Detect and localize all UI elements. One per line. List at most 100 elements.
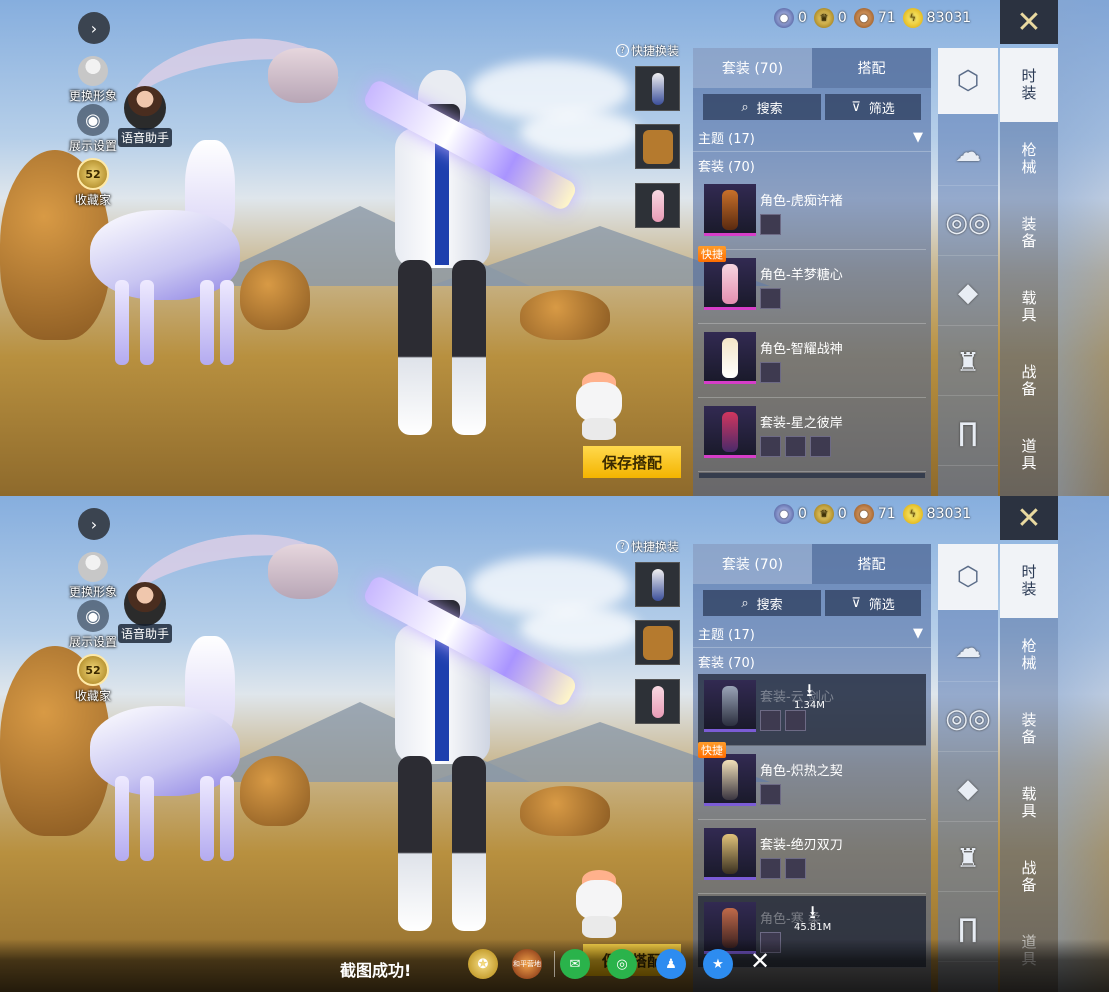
quick-slot[interactable] bbox=[635, 562, 680, 607]
filter-label: 筛选 bbox=[868, 101, 895, 117]
close-icon: ✕ bbox=[1016, 500, 1042, 536]
list-scrollbar[interactable] bbox=[699, 473, 925, 478]
category-battle-prep[interactable]: 战备 bbox=[1000, 344, 1058, 418]
theme-dropdown[interactable]: 主题 (17) ▼ bbox=[693, 620, 931, 648]
mask-tab[interactable]: ◆ bbox=[938, 756, 998, 822]
autumn-tree bbox=[520, 290, 610, 340]
list-item[interactable]: 角色-虎痴许褚 bbox=[698, 178, 926, 250]
search-label: 搜索 bbox=[756, 597, 783, 613]
category-guns[interactable]: 枪械 bbox=[1000, 618, 1058, 692]
theme-dropdown[interactable]: 主题 (17) ▼ bbox=[693, 124, 931, 152]
screenshot-share-bar: 截图成功! ✪ 和平营地 ✉ ◎ ♟ ★ ✕ bbox=[0, 939, 1109, 992]
quick-slot-locked[interactable] bbox=[635, 124, 680, 169]
category-equipment[interactable]: 装备 bbox=[1000, 692, 1058, 766]
category-label: 时装 bbox=[1019, 68, 1038, 102]
piece-thumb bbox=[760, 710, 781, 731]
save-outfit-button[interactable]: 保存搭配 bbox=[583, 446, 681, 478]
qq-icon[interactable]: ♟ bbox=[656, 949, 686, 979]
quick-slot[interactable] bbox=[635, 679, 680, 724]
filter-button[interactable]: ⊽ 筛选 bbox=[825, 94, 921, 120]
tab-outfits[interactable]: 套装 (70) bbox=[693, 48, 812, 88]
share-close-icon[interactable]: ✕ bbox=[750, 947, 770, 975]
category-vehicles[interactable]: 载具 bbox=[1000, 766, 1058, 840]
top-clothing-tab[interactable]: ♜ bbox=[938, 826, 998, 892]
quick-tag: 快捷 bbox=[698, 246, 726, 262]
filter-button[interactable]: ⊽ 筛选 bbox=[825, 590, 921, 616]
quick-swap-button[interactable]: ? 快捷换装 bbox=[616, 42, 679, 59]
close-button[interactable]: ✕ bbox=[1000, 496, 1058, 540]
outfit-box-tab[interactable]: ⬡ bbox=[938, 544, 998, 610]
camp-app-icon[interactable]: 和平营地 bbox=[512, 949, 542, 979]
voice-assistant-button[interactable]: 语音助手 bbox=[118, 582, 173, 643]
theme-label: 主题 (17) bbox=[698, 132, 755, 147]
filter-icon: ⊽ bbox=[851, 99, 861, 115]
cloud bbox=[520, 606, 640, 651]
list-item[interactable]: 快捷 角色-炽热之契 bbox=[698, 742, 926, 820]
download-button[interactable]: ⭳ 45.81M bbox=[794, 902, 831, 934]
category-fashion[interactable]: 时装 bbox=[1000, 48, 1058, 122]
collector-button[interactable]: 52 收藏家 bbox=[58, 654, 128, 704]
category-fashion[interactable]: 时装 bbox=[1000, 544, 1058, 618]
peace-elite-icon[interactable]: ✪ bbox=[468, 949, 498, 979]
quick-slot-locked[interactable] bbox=[635, 620, 680, 665]
list-item[interactable]: 角色-智耀战神 bbox=[698, 326, 926, 398]
lightning-coin-icon: ϟ bbox=[902, 8, 923, 28]
hat-icon: ☁ bbox=[955, 137, 981, 168]
blue-coin-icon: ● bbox=[774, 504, 794, 524]
tab-outfits[interactable]: 套装 (70) bbox=[693, 544, 812, 584]
outfit-box-tab[interactable]: ⬡ bbox=[938, 48, 998, 114]
download-button[interactable]: ⭳ 1.34M bbox=[794, 682, 825, 712]
assistant-avatar bbox=[124, 582, 166, 626]
glasses-tab[interactable]: ◎◎ bbox=[938, 190, 998, 256]
top-clothing-tab[interactable]: ♜ bbox=[938, 330, 998, 396]
list-item[interactable]: 套装-云 剑心 ⭳ 1.34M bbox=[698, 674, 926, 746]
tab-match[interactable]: 搭配 bbox=[812, 544, 931, 584]
currency-bar: ● 0 ♛ 0 ● 71 ϟ 83031 bbox=[774, 8, 971, 28]
hat-tab[interactable]: ☁ bbox=[938, 616, 998, 682]
expand-arrow-button[interactable]: › bbox=[78, 508, 110, 540]
category-label: 装备 bbox=[1019, 216, 1038, 250]
search-button[interactable]: ⌕ 搜索 bbox=[703, 94, 821, 120]
quick-slot[interactable] bbox=[635, 66, 680, 111]
category-battle-prep[interactable]: 战备 bbox=[1000, 840, 1058, 914]
display-settings-label: 展示设置 bbox=[68, 139, 117, 153]
cloud bbox=[520, 110, 640, 155]
wechat-icon[interactable]: ✉ bbox=[560, 949, 590, 979]
voice-assistant-button[interactable]: 语音助手 bbox=[118, 86, 173, 147]
item-thumbnail bbox=[704, 332, 756, 384]
help-icon: ? bbox=[616, 44, 629, 57]
glasses-icon: ◎◎ bbox=[945, 207, 991, 238]
category-items[interactable]: 道具 bbox=[1000, 418, 1058, 492]
list-item[interactable]: 套装-星之彼岸 bbox=[698, 400, 926, 472]
search-button[interactable]: ⌕ 搜索 bbox=[703, 590, 821, 616]
slot-icon-column: ⬡ ☁ ◎◎ ◆ ♜ ∏ bbox=[938, 48, 998, 496]
quick-tag: 快捷 bbox=[698, 742, 726, 758]
avatar-icon bbox=[78, 552, 108, 582]
category-guns[interactable]: 枪械 bbox=[1000, 122, 1058, 196]
expand-arrow-button[interactable]: › bbox=[78, 12, 110, 44]
tab-match[interactable]: 搭配 bbox=[812, 48, 931, 88]
gold-medal-icon: ♛ bbox=[813, 8, 834, 28]
category-label: 载具 bbox=[1019, 786, 1038, 820]
currency-value: 0 bbox=[798, 10, 807, 26]
quick-slot[interactable] bbox=[635, 183, 680, 228]
qzone-icon[interactable]: ★ bbox=[703, 949, 733, 979]
download-icon: ⭳ bbox=[809, 902, 816, 923]
glasses-tab[interactable]: ◎◎ bbox=[938, 686, 998, 752]
close-button[interactable]: ✕ bbox=[1000, 0, 1058, 44]
piece-thumb bbox=[760, 288, 781, 309]
list-item[interactable]: 快捷 角色-羊梦糖心 bbox=[698, 246, 926, 324]
moments-icon[interactable]: ◎ bbox=[607, 949, 637, 979]
category-vehicles[interactable]: 载具 bbox=[1000, 270, 1058, 344]
currency-value: 0 bbox=[837, 10, 847, 26]
collector-button[interactable]: 52 收藏家 bbox=[58, 158, 128, 208]
pants-tab[interactable]: ∏ bbox=[938, 400, 998, 466]
currency-value: 83031 bbox=[926, 506, 972, 522]
mask-tab[interactable]: ◆ bbox=[938, 260, 998, 326]
category-equipment[interactable]: 装备 bbox=[1000, 196, 1058, 270]
caret-down-icon: ▼ bbox=[913, 626, 923, 641]
list-item[interactable]: 套装-绝刃双刀 bbox=[698, 822, 926, 894]
quick-swap-button[interactable]: ? 快捷换装 bbox=[616, 538, 679, 555]
hat-tab[interactable]: ☁ bbox=[938, 120, 998, 186]
quick-swap-label: 快捷换装 bbox=[631, 540, 680, 554]
